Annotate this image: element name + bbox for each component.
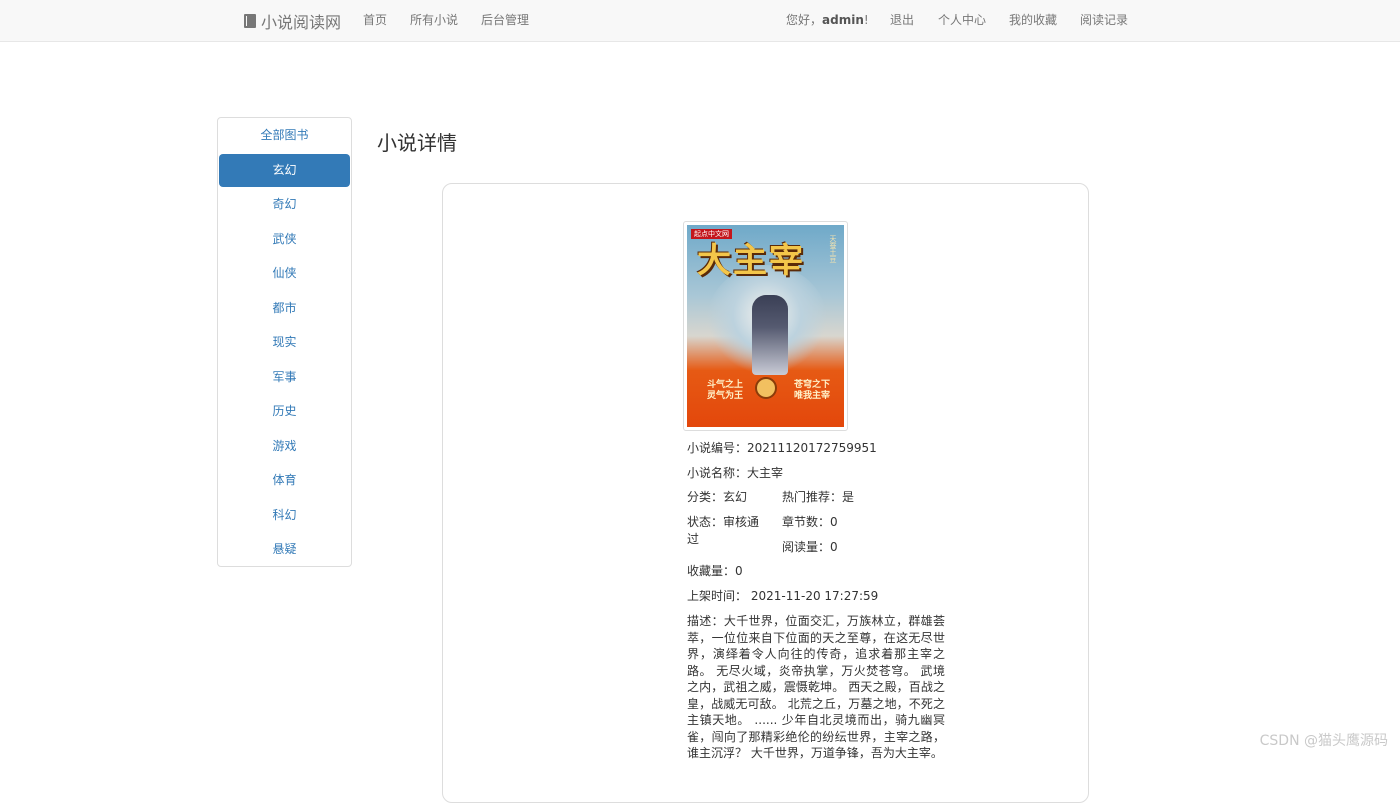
- novel-id-row: 小说编号：20211120172759951: [687, 440, 877, 456]
- cover-tagline-right: 苍穹之下 唯我主宰: [794, 380, 830, 402]
- category-realism[interactable]: 现实: [219, 326, 350, 359]
- nav-profile[interactable]: 个人中心: [938, 12, 986, 28]
- category-xuanhuan[interactable]: 玄幻: [219, 154, 350, 187]
- novel-id-label: 小说编号：: [687, 441, 747, 455]
- brand-link[interactable]: 小说阅读网: [244, 10, 341, 32]
- greeting-prefix: 您好，: [786, 13, 822, 27]
- cover-tagline-right-line1: 苍穹之下: [794, 380, 830, 391]
- favorites-value: 0: [735, 564, 743, 578]
- hot-recommend-row: 热门推荐：是: [782, 489, 854, 505]
- cover-publisher: 起点中文网: [691, 229, 732, 239]
- novel-id-value: 20211120172759951: [747, 441, 877, 455]
- user-greeting: 您好，admin!: [786, 12, 869, 28]
- cover-tagline-left-line2: 灵气为王: [707, 391, 743, 402]
- category-all[interactable]: 全部图书: [219, 119, 350, 152]
- cover-title: 大主宰: [697, 241, 837, 281]
- shelf-time-label: 上架时间：: [687, 589, 747, 603]
- category-list: 全部图书 玄幻 奇幻 武侠 仙侠 都市 现实 军事 历史 游戏 体育 科幻 悬疑: [218, 119, 351, 568]
- status-row: 状态：审核通过: [687, 514, 763, 548]
- top-navbar: 小说阅读网 首页 所有小说 后台管理 您好，admin! 退出 个人中心 我的收…: [0, 0, 1400, 42]
- cover-tagline-left-line1: 斗气之上: [707, 380, 743, 391]
- cover-emblem: [755, 377, 777, 399]
- category-urban[interactable]: 都市: [219, 292, 350, 325]
- cover-figure-art: [752, 295, 788, 375]
- username: admin: [822, 13, 864, 27]
- reads-value: 0: [830, 540, 838, 554]
- nav-admin[interactable]: 后台管理: [481, 12, 529, 28]
- favorites-label: 收藏量：: [687, 564, 735, 578]
- shelf-time-value: 2021-11-20 17:27:59: [751, 589, 878, 603]
- nav-reading-history[interactable]: 阅读记录: [1080, 12, 1128, 28]
- category-mystery[interactable]: 悬疑: [219, 533, 350, 566]
- shelf-time-row: 上架时间： 2021-11-20 17:27:59: [687, 588, 878, 604]
- chapters-value: 0: [830, 515, 838, 529]
- greeting-suffix: !: [864, 13, 869, 27]
- category-sidebar: 全部图书 玄幻 奇幻 武侠 仙侠 都市 现实 军事 历史 游戏 体育 科幻 悬疑: [217, 117, 352, 567]
- nav-favorites[interactable]: 我的收藏: [1009, 12, 1057, 28]
- nav-home[interactable]: 首页: [363, 12, 387, 28]
- category-qihuan[interactable]: 奇幻: [219, 188, 350, 221]
- category-xianxia[interactable]: 仙侠: [219, 257, 350, 290]
- nav-logout[interactable]: 退出: [890, 12, 914, 28]
- category-scifi[interactable]: 科幻: [219, 499, 350, 532]
- chapters-label: 章节数：: [782, 515, 830, 529]
- hot-recommend-value: 是: [842, 490, 854, 504]
- csdn-watermark: CSDN @猫头鹰源码: [1260, 730, 1388, 750]
- novel-description: 描述：大千世界，位面交汇，万族林立，群雄荟萃，一位位来自下位面的天之至尊，在这无…: [687, 613, 945, 762]
- novel-name-row: 小说名称：大主宰: [687, 465, 783, 481]
- hot-recommend-label: 热门推荐：: [782, 490, 842, 504]
- category-label: 分类：: [687, 490, 723, 504]
- book-icon: [244, 14, 256, 28]
- category-wuxia[interactable]: 武侠: [219, 223, 350, 256]
- description-value: 大千世界，位面交汇，万族林立，群雄荟萃，一位位来自下位面的天之至尊，在这无尽世界…: [687, 614, 945, 760]
- chapters-row: 章节数：0: [782, 514, 838, 530]
- novel-name-value: 大主宰: [747, 466, 783, 480]
- cover-tagline-right-line2: 唯我主宰: [794, 391, 830, 402]
- brand-label: 小说阅读网: [261, 9, 341, 33]
- novel-cover-image: 起点中文网 天蚕土豆 大主宰 斗气之上 灵气为王 苍穹之下 唯我主宰: [687, 225, 844, 427]
- reads-label: 阅读量：: [782, 540, 830, 554]
- page-title: 小说详情: [377, 130, 457, 156]
- cover-tagline-left: 斗气之上 灵气为王: [707, 380, 743, 402]
- favorites-row: 收藏量：0: [687, 563, 743, 579]
- reads-row: 阅读量：0: [782, 539, 838, 555]
- category-value: 玄幻: [723, 490, 747, 504]
- category-games[interactable]: 游戏: [219, 430, 350, 463]
- nav-all-novels[interactable]: 所有小说: [410, 12, 458, 28]
- category-military[interactable]: 军事: [219, 361, 350, 394]
- category-history[interactable]: 历史: [219, 395, 350, 428]
- category-sports[interactable]: 体育: [219, 464, 350, 497]
- description-label: 描述：: [687, 614, 724, 628]
- novel-cover-thumbnail: 起点中文网 天蚕土豆 大主宰 斗气之上 灵气为王 苍穹之下 唯我主宰: [683, 221, 848, 431]
- status-label: 状态：: [687, 515, 723, 529]
- novel-category-row: 分类：玄幻: [687, 489, 747, 505]
- novel-name-label: 小说名称：: [687, 466, 747, 480]
